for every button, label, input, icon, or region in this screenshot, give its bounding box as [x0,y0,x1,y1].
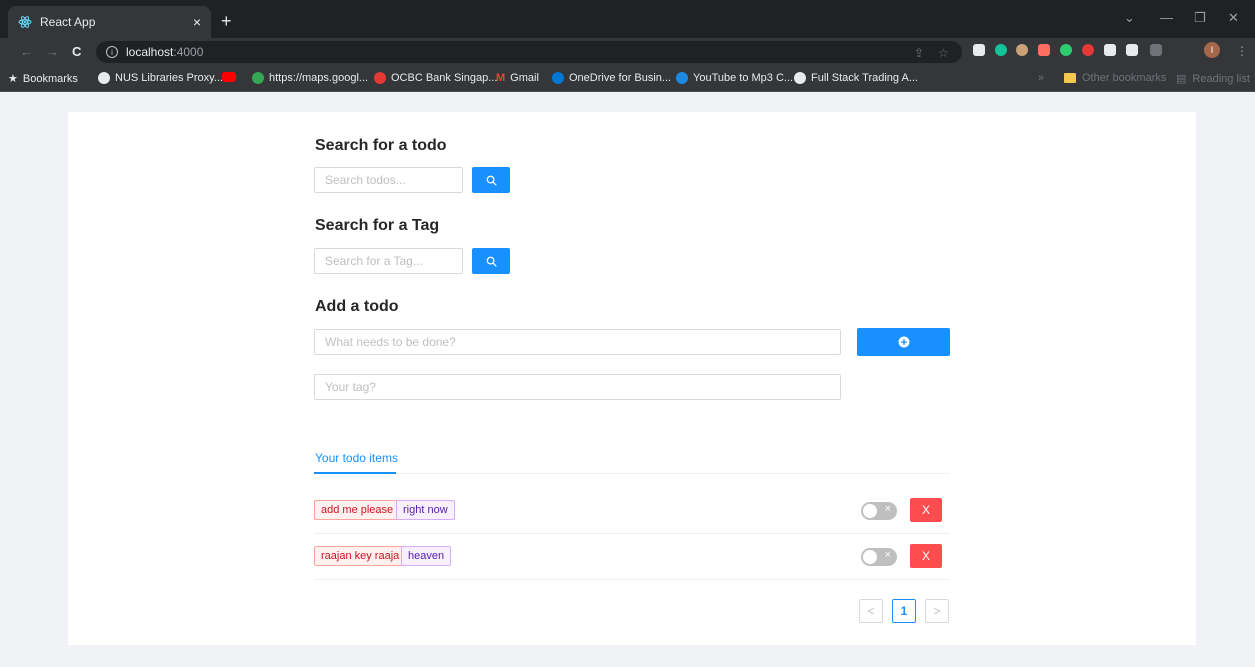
pagination-page-1[interactable]: 1 [892,599,916,623]
search-icon [486,256,497,267]
maximize-icon[interactable]: ❐ [1194,10,1206,26]
reading-list-icon: ▤ [1176,73,1187,85]
tab-your-todo-items[interactable]: Your todo items [315,451,398,465]
search-tag-heading: Search for a Tag [315,217,440,234]
toggle-off-icon: × [884,503,891,515]
search-tag-input[interactable] [314,248,463,274]
url-host: localhost [126,45,174,59]
profile-avatar[interactable]: I [1204,42,1220,58]
new-tab-icon[interactable]: + [221,12,232,30]
plus-circle-icon [898,336,909,348]
bookmark-item-youtube-mp3[interactable]: YouTube to Mp3 C... [676,72,793,84]
tab-active-indicator [314,472,396,474]
youtube-icon [222,72,236,82]
bookmark-item-youtube[interactable] [222,72,241,82]
adblock-icon[interactable] [1082,44,1094,56]
pagination-prev[interactable]: < [859,599,883,623]
bookmark-item-onedrive[interactable]: OneDrive for Busin... [552,72,671,84]
extension-play-icon[interactable] [1104,44,1116,56]
browser-menu-icon[interactable]: ⋮ [1236,44,1248,58]
delete-todo-button[interactable]: X [910,498,942,522]
search-tag-button[interactable] [472,248,510,274]
complete-toggle[interactable]: × [861,502,897,520]
add-todo-button[interactable] [857,328,950,356]
search-todo-input[interactable] [314,167,463,193]
pagination-next[interactable]: > [925,599,949,623]
bookmark-item-maps[interactable]: https://maps.googl... [252,72,368,84]
minimize-icon[interactable]: — [1160,10,1173,25]
delete-todo-button[interactable]: X [910,544,942,568]
toggle-knob [863,550,877,564]
reload-icon[interactable]: C [72,44,81,59]
share-icon[interactable]: ⇪ [914,46,924,60]
todo-tag-label: heaven [401,546,452,566]
bookmark-star-icon[interactable]: ☆ [938,46,949,60]
folder-icon [1064,73,1076,84]
window-close-icon[interactable]: ✕ [1228,10,1239,26]
bookmark-item-nus-libraries[interactable]: NUS Libraries Proxy... [98,72,223,84]
todo-tag-label: right now [396,500,455,520]
browser-tab-strip: React App × + ⌄ — ❐ ✕ [0,0,1255,38]
search-todo-heading: Search for a todo [315,137,447,154]
todo-row: add me please right now × X [314,488,950,534]
back-icon[interactable]: ← [20,44,33,59]
browser-tab[interactable]: React App × [8,6,211,38]
bookmarks-overflow-icon[interactable]: » [1038,72,1044,84]
site-info-icon[interactable]: i [106,46,118,58]
forward-icon[interactable]: → [46,44,59,59]
tabs-divider [314,473,950,474]
tab-close-icon[interactable]: × [193,14,201,30]
reading-list[interactable]: ▤ Reading list [1176,72,1250,85]
onedrive-icon [552,72,564,84]
todo-text-tag: raajan key raaja [314,546,407,566]
new-todo-input[interactable] [314,329,841,355]
extension-s-icon[interactable] [1038,44,1050,56]
star-icon: ★ [8,73,18,85]
bookmark-item-bookmarks[interactable]: ★ Bookmarks [8,72,78,86]
todo-text-tag: add me please [314,500,401,520]
address-bar[interactable]: i localhost:4000 ⇪ ☆ [96,41,962,63]
search-icon [486,175,497,186]
bookmark-item-gmail[interactable]: M Gmail [496,72,539,84]
new-tag-input[interactable] [314,374,841,400]
todo-row: raajan key raaja heaven × X [314,534,950,580]
tab-search-icon[interactable]: ⌄ [1124,10,1135,26]
complete-toggle[interactable]: × [861,548,897,566]
add-todo-heading: Add a todo [315,298,399,315]
gmail-icon: M [496,72,506,84]
globe-icon [98,72,110,84]
todo-app-container: Search for a todo Search for a Tag Add a… [68,112,1196,645]
other-bookmarks[interactable]: Other bookmarks [1064,72,1166,84]
toggle-knob [863,504,877,518]
bookmarks-bar: ★ Bookmarks NUS Libraries Proxy... https:… [0,66,1255,92]
ocbc-icon [374,72,386,84]
bookmark-item-full-stack-trading[interactable]: Full Stack Trading A... [794,72,918,84]
url-port: :4000 [173,45,204,59]
download-icon [676,72,688,84]
extension-note-icon[interactable] [973,44,985,56]
wordpress-icon [794,72,806,84]
extensions-puzzle-icon[interactable] [1126,44,1138,56]
tab-title: React App [40,15,96,29]
react-devtools-icon[interactable] [1060,44,1072,56]
extension-owl-icon[interactable] [1016,44,1028,56]
search-todo-button[interactable] [472,167,510,193]
bookmark-item-ocbc[interactable]: OCBC Bank Singap... [374,72,497,84]
toggle-off-icon: × [884,549,891,561]
maps-pin-icon [252,72,264,84]
react-logo-icon [18,15,32,29]
media-queue-icon[interactable] [1150,44,1162,56]
grammarly-icon[interactable] [995,44,1007,56]
